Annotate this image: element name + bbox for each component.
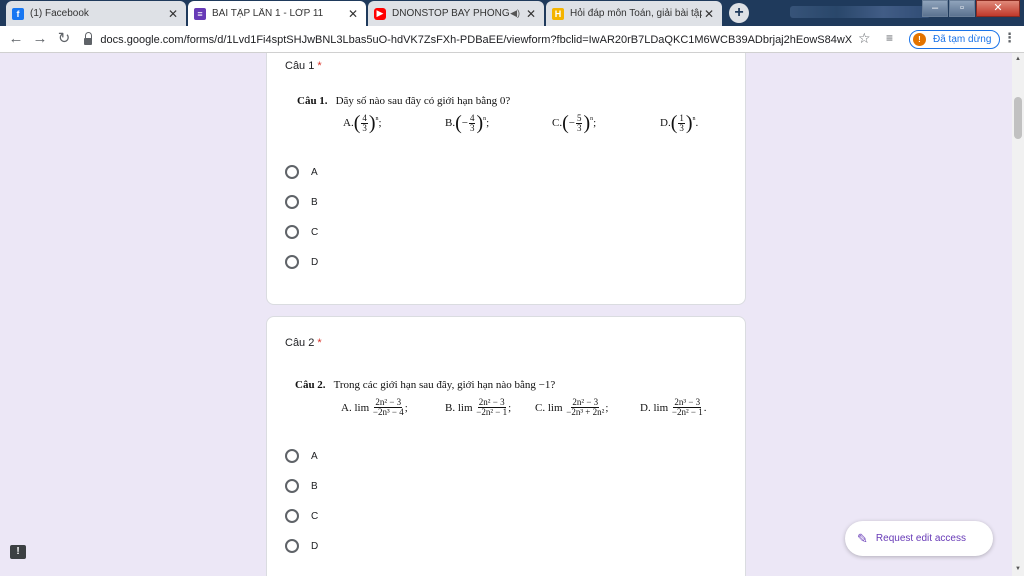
url-field[interactable]: docs.google.com/forms/d/1Lvd1Fi4sptSHJwB… [84, 29, 852, 50]
request-edit-label: Request edit access [875, 533, 966, 544]
answer-option: B. (−4 3) n; [445, 112, 490, 134]
report-feedback-icon[interactable]: ! [10, 545, 26, 559]
tab-title: (1) Facebook [30, 8, 89, 19]
forward-button[interactable]: → [30, 30, 50, 48]
window-close-button[interactable]: ✕ [976, 0, 1020, 17]
answer-option: C. (−5 3) n; [552, 112, 597, 134]
blurred-region [790, 6, 930, 18]
tab-title: BÀI TẬP LẦN 1 - LỚP 11 [212, 8, 324, 19]
request-edit-access-button[interactable]: ✎ Request edit access [845, 521, 993, 556]
answer-option: D. (1 3) n. [660, 112, 699, 134]
url-text: docs.google.com/forms/d/1Lvd1Fi4sptSHJwB… [100, 33, 852, 46]
radio-choice-d[interactable]: D [285, 539, 318, 553]
tab-strip: f (1) Facebook ✕ ≡ BÀI TẬP LẦN 1 - LỚP 1… [0, 0, 1024, 26]
radio-choice-b[interactable]: B [285, 479, 318, 493]
radio-circle[interactable] [285, 479, 299, 493]
address-bar: ← → ↻ docs.google.com/forms/d/1Lvd1Fi4sp… [0, 26, 1024, 53]
new-tab-button[interactable]: + [729, 3, 749, 23]
profile-avatar: ! [913, 33, 926, 46]
close-icon[interactable]: ✕ [346, 7, 360, 21]
lock-icon [84, 32, 93, 45]
radio-choice-a[interactable]: A [285, 165, 318, 179]
radio-circle[interactable] [285, 165, 299, 179]
answer-option: D. lim 2n³ − 3 −2n² − 1. [640, 397, 707, 417]
tab-facebook[interactable]: f (1) Facebook ✕ [6, 1, 186, 26]
radio-circle[interactable] [285, 449, 299, 463]
pencil-icon: ✎ [857, 530, 868, 546]
radio-choice-b[interactable]: B [285, 195, 318, 209]
reading-list-icon[interactable]: ≡ [886, 31, 893, 45]
minimize-button[interactable]: – [922, 0, 948, 17]
radio-choice-c[interactable]: C [285, 225, 318, 239]
forms-icon: ≡ [194, 7, 206, 20]
youtube-icon: ▶ [374, 7, 386, 20]
bookmark-star-icon[interactable]: ☆ [858, 30, 871, 47]
close-icon[interactable]: ✕ [702, 7, 716, 21]
radio-choice-d[interactable]: D [285, 255, 318, 269]
browser-menu-icon[interactable]: ⋮ [1003, 30, 1016, 46]
radio-circle[interactable] [285, 255, 299, 269]
back-button[interactable]: ← [6, 30, 26, 48]
close-icon[interactable]: ✕ [166, 7, 180, 21]
radio-circle[interactable] [285, 195, 299, 209]
scroll-down-arrow-icon[interactable]: ▼ [1015, 566, 1021, 572]
reload-button[interactable]: ↻ [54, 30, 74, 48]
form-viewport: Câu 1 * Câu 1. Dãy số nào sau đây có giới… [0, 53, 1012, 576]
radio-circle[interactable] [285, 225, 299, 239]
radio-circle[interactable] [285, 539, 299, 553]
speaker-icon[interactable]: ◀) [510, 8, 520, 19]
question-prompt: Câu 2. Trong các giới hạn sau đây, giới h… [295, 379, 556, 391]
close-icon[interactable]: ✕ [524, 7, 538, 21]
scroll-up-arrow-icon[interactable]: ▲ [1015, 56, 1021, 62]
answer-option: C. lim 2n² − 3 −2n³ + 2n²; [535, 397, 609, 417]
hoc24-icon: H [552, 7, 564, 20]
tab-hoc24[interactable]: H Hỏi đáp môn Toán, giải bài tập c ✕ [546, 1, 722, 26]
radio-circle[interactable] [285, 509, 299, 523]
question-card-2: Câu 2 * Câu 2. Trong các giới hạn sau đây… [266, 316, 746, 576]
question-image: Câu 1. Dãy số nào sau đây có giới hạn bằn… [297, 95, 717, 149]
answer-option: A. lim 2n² − 3 −2n³ − 4; [341, 397, 408, 417]
scroll-thumb[interactable] [1014, 97, 1022, 139]
question-title: Câu 1 * [285, 60, 322, 72]
question-card-1: Câu 1 * Câu 1. Dãy số nào sau đây có giới… [266, 53, 746, 305]
profile-status: Đã tạm dừng [933, 34, 992, 45]
answer-option: A. (4 3) n; [343, 112, 382, 134]
profile-button[interactable]: ! Đã tạm dừng [909, 30, 1001, 49]
question-image: Câu 2. Trong các giới hạn sau đây, giới h… [295, 379, 735, 433]
tab-youtube[interactable]: ▶ DNONSTOP BAY PHÒNG 20 ◀) ✕ [368, 1, 544, 26]
answer-option: B. lim 2n² − 3 −2n² − 1; [445, 397, 512, 417]
maximize-button[interactable]: ▫ [949, 0, 975, 17]
tab-title: DNONSTOP BAY PHÒNG 20 [392, 8, 510, 19]
page-scrollbar[interactable]: ▲ ▼ [1012, 53, 1024, 576]
question-prompt: Câu 1. Dãy số nào sau đây có giới hạn bằn… [297, 95, 511, 107]
tab-title: Hỏi đáp môn Toán, giải bài tập c [570, 8, 702, 19]
facebook-icon: f [12, 7, 24, 20]
question-title: Câu 2 * [285, 337, 322, 349]
radio-choice-c[interactable]: C [285, 509, 318, 523]
tab-forms[interactable]: ≡ BÀI TẬP LẦN 1 - LỚP 11 ✕ [188, 1, 366, 26]
window-controls: – ▫ ✕ [921, 0, 1020, 17]
radio-choice-a[interactable]: A [285, 449, 318, 463]
